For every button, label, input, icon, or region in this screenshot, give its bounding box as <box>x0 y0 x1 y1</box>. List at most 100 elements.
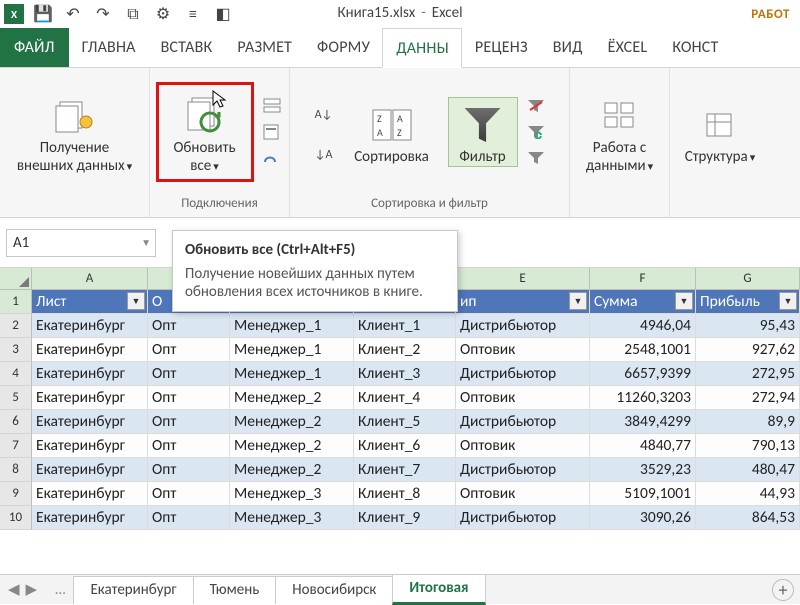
cell[interactable]: Дистрибьютор <box>456 314 590 338</box>
tab-excel[interactable]: ËXCEL <box>595 28 660 67</box>
row-header[interactable]: 5 <box>0 386 32 410</box>
edit-links-icon[interactable] <box>260 147 284 169</box>
tab-review[interactable]: РЕЦЕНЗ <box>462 28 540 67</box>
cell[interactable]: 4946,04 <box>590 314 696 338</box>
cell[interactable]: Опт <box>148 362 230 386</box>
cell[interactable]: 2548,1001 <box>590 338 696 362</box>
tab-view[interactable]: ВИД <box>540 28 595 67</box>
reapply-filter-icon[interactable] <box>524 121 548 143</box>
cell[interactable]: Менеджер_2 <box>230 410 354 434</box>
cell[interactable]: Екатеринбург <box>32 314 148 338</box>
sheet-nav-prev[interactable]: ◀ <box>8 580 20 599</box>
cell[interactable]: Опт <box>148 314 230 338</box>
sheet-nav-next[interactable]: ▶ <box>26 580 38 599</box>
cell[interactable]: 3529,23 <box>590 458 696 482</box>
select-all-corner[interactable] <box>0 268 32 289</box>
filter-dropdown-icon[interactable]: ▼ <box>127 292 145 310</box>
cell[interactable]: Екатеринбург <box>32 506 148 530</box>
tab-insert[interactable]: ВСТАВК <box>148 28 225 67</box>
namebox-dropdown-icon[interactable]: ▼ <box>141 236 151 249</box>
cell[interactable]: Клиент_2 <box>354 338 456 362</box>
cell[interactable]: Екатеринбург <box>32 434 148 458</box>
qat-undo-button[interactable]: ↶ <box>62 3 84 25</box>
cell[interactable]: Опт <box>148 482 230 506</box>
cell[interactable]: 4840,77 <box>590 434 696 458</box>
filter-dropdown-icon[interactable]: ▼ <box>675 292 693 310</box>
col-header-E[interactable]: E <box>456 268 590 289</box>
row-header[interactable]: 6 <box>0 410 32 434</box>
tab-const[interactable]: КОНСТ <box>659 28 730 67</box>
cell[interactable]: Оптовик <box>456 386 590 410</box>
tab-file[interactable]: ФАЙЛ <box>0 28 69 67</box>
sheet-tab-3[interactable]: Новосибирск <box>275 576 393 604</box>
sort-desc-button[interactable]: ↓A <box>312 144 336 166</box>
tab-data[interactable]: ДАННЫ <box>382 28 462 68</box>
cell[interactable]: 95,43 <box>696 314 800 338</box>
cell[interactable]: 44,93 <box>696 482 800 506</box>
qat-settings-icon[interactable]: ⚙ <box>152 3 174 25</box>
cell[interactable]: Менеджер_2 <box>230 386 354 410</box>
cell[interactable]: Менеджер_3 <box>230 482 354 506</box>
cell[interactable]: 89,9 <box>696 410 800 434</box>
table-header-cell[interactable]: ип▼ <box>456 290 590 314</box>
cell[interactable]: 272,94 <box>696 386 800 410</box>
cell[interactable]: Дистрибьютор <box>456 458 590 482</box>
row-header[interactable]: 2 <box>0 314 32 338</box>
advanced-filter-icon[interactable] <box>524 147 548 169</box>
cell[interactable]: Оптовик <box>456 338 590 362</box>
cell[interactable]: Опт <box>148 506 230 530</box>
name-box[interactable]: A1 ▼ <box>6 229 156 257</box>
cell[interactable]: Опт <box>148 434 230 458</box>
row-header[interactable]: 10 <box>0 506 32 530</box>
cell[interactable]: Екатеринбург <box>32 386 148 410</box>
sheet-tab-1[interactable]: Екатеринбург <box>73 576 193 604</box>
cell[interactable]: Оптовик <box>456 482 590 506</box>
qat-redo-button[interactable]: ↷ <box>92 3 114 25</box>
filter-dropdown-icon[interactable]: ▼ <box>779 292 797 310</box>
cell[interactable]: Опт <box>148 386 230 410</box>
cell[interactable]: Екатеринбург <box>32 458 148 482</box>
cell[interactable]: Менеджер_3 <box>230 506 354 530</box>
col-header-A[interactable]: A <box>32 268 148 289</box>
cell[interactable]: Менеджер_2 <box>230 458 354 482</box>
table-header-cell[interactable]: Сумма▼ <box>590 290 696 314</box>
cell[interactable]: Дистрибьютор <box>456 506 590 530</box>
cell[interactable]: Екатеринбург <box>32 362 148 386</box>
cell[interactable]: Дистрибьютор <box>456 362 590 386</box>
cell[interactable]: Клиент_5 <box>354 410 456 434</box>
row-header[interactable]: 8 <box>0 458 32 482</box>
qat-addin-icon[interactable]: ◧ <box>212 3 234 25</box>
cell[interactable]: Менеджер_1 <box>230 314 354 338</box>
cell[interactable]: 6657,9399 <box>590 362 696 386</box>
get-external-data-button[interactable]: Получение внешних данных <box>15 89 134 175</box>
filter-dropdown-icon[interactable]: ▼ <box>569 292 587 310</box>
connections-icon[interactable] <box>260 95 284 117</box>
tab-home[interactable]: ГЛАВНА <box>69 28 148 67</box>
cell[interactable]: 272,95 <box>696 362 800 386</box>
row-header[interactable]: 4 <box>0 362 32 386</box>
cell[interactable]: Клиент_9 <box>354 506 456 530</box>
row-header[interactable]: 3 <box>0 338 32 362</box>
cell[interactable]: Оптовик <box>456 434 590 458</box>
sheet-tab-4[interactable]: Итоговая <box>392 574 485 605</box>
data-tools-button[interactable]: Работа с данными <box>580 89 660 175</box>
sheet-scroll-left-icon[interactable]: … <box>47 581 73 599</box>
cell[interactable]: Клиент_1 <box>354 314 456 338</box>
properties-icon[interactable] <box>260 121 284 143</box>
cell[interactable]: Клиент_8 <box>354 482 456 506</box>
cell[interactable]: 480,47 <box>696 458 800 482</box>
cell[interactable]: Клиент_7 <box>354 458 456 482</box>
table-header-cell[interactable]: Прибыль▼ <box>696 290 800 314</box>
cell[interactable]: Опт <box>148 338 230 362</box>
cell[interactable]: 3090,26 <box>590 506 696 530</box>
cell[interactable]: Екатеринбург <box>32 410 148 434</box>
new-sheet-button[interactable]: + <box>772 579 794 601</box>
tab-formulas[interactable]: ФОРМУ <box>304 28 382 67</box>
sort-button[interactable]: ZAAZ Сортировка <box>342 98 442 166</box>
cell[interactable]: 864,53 <box>696 506 800 530</box>
cell[interactable]: 927,62 <box>696 338 800 362</box>
cell[interactable]: Екатеринбург <box>32 338 148 362</box>
outline-button[interactable]: Структура <box>680 98 760 166</box>
qat-more-icon[interactable]: ≡ <box>182 3 204 25</box>
col-header-G[interactable]: G <box>696 268 800 289</box>
